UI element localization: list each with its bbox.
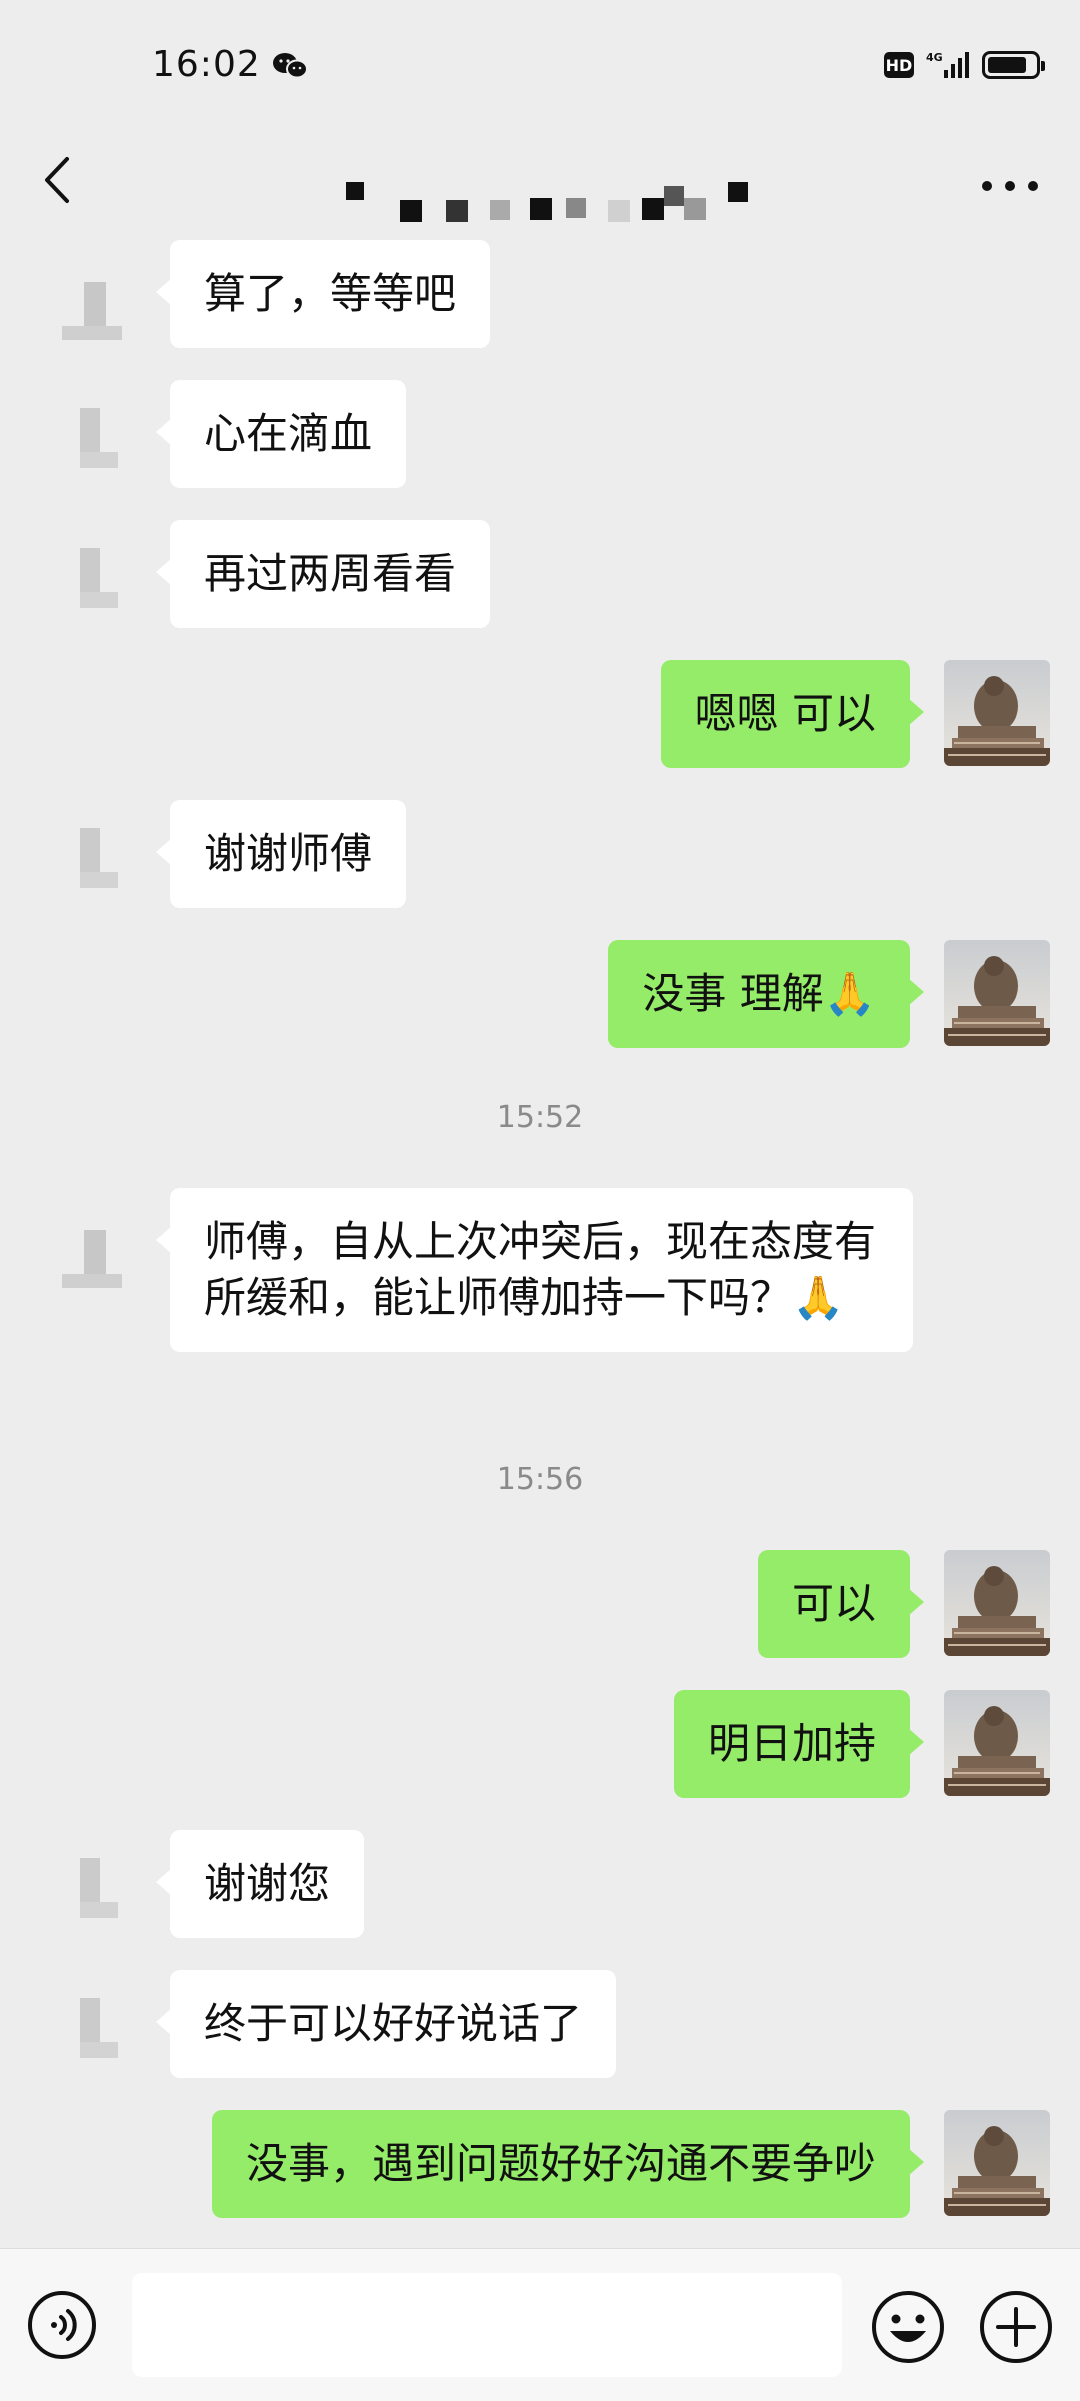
- self-avatar[interactable]: [944, 940, 1050, 1046]
- message-bubble-sent[interactable]: 没事，遇到问题好好沟通不要争吵: [211, 2110, 925, 2218]
- chat-title-obscured: [330, 156, 750, 222]
- message-bubble-received[interactable]: 再过两周看看: [155, 520, 491, 628]
- signal-icon: 4G: [926, 51, 969, 78]
- self-avatar[interactable]: [944, 660, 1050, 766]
- message-bubble-received[interactable]: 终于可以好好说话了: [155, 1970, 617, 2078]
- svg-text:4G: 4G: [926, 51, 943, 64]
- buddha-statue-avatar-icon: [944, 2110, 1050, 2216]
- message-timestamp: 15:52: [496, 1100, 584, 1135]
- contact-avatar[interactable]: [56, 276, 128, 348]
- contact-avatar[interactable]: [56, 404, 128, 476]
- status-icons: HD 4G: [884, 50, 1045, 80]
- contact-avatar[interactable]: [56, 1224, 128, 1296]
- message-bubble-received[interactable]: 算了，等等吧: [155, 240, 491, 348]
- message-bubble-received[interactable]: 谢谢师傅: [155, 800, 407, 908]
- voice-icon[interactable]: [26, 2289, 98, 2361]
- input-bar: [0, 2248, 1080, 2401]
- hd-badge: HD: [884, 52, 914, 78]
- buddha-statue-avatar-icon: [944, 660, 1050, 766]
- contact-avatar[interactable]: [56, 1994, 128, 2066]
- back-button[interactable]: [30, 150, 82, 210]
- contact-avatar[interactable]: [56, 1854, 128, 1926]
- message-bubble-received[interactable]: 师傅，自从上次冲突后，现在态度有所缓和，能让师傅加持一下吗？🙏: [156, 1188, 913, 1352]
- self-avatar[interactable]: [944, 1690, 1050, 1796]
- emoji-icon[interactable]: [870, 2289, 946, 2365]
- message-bubble-received[interactable]: 心在滴血: [155, 380, 407, 488]
- message-input[interactable]: [132, 2273, 842, 2377]
- self-avatar[interactable]: [944, 2110, 1050, 2216]
- message-timestamp: 15:56: [496, 1462, 584, 1497]
- self-avatar[interactable]: [944, 1550, 1050, 1656]
- battery-icon: [982, 51, 1045, 79]
- more-dots-icon: [982, 181, 992, 191]
- contact-avatar[interactable]: [56, 824, 128, 896]
- message-bubble-sent[interactable]: 嗯嗯 可以: [660, 660, 925, 768]
- buddha-statue-avatar-icon: [944, 1550, 1050, 1656]
- status-bar: 16:02 HD 4G: [0, 0, 1080, 136]
- buddha-statue-avatar-icon: [944, 940, 1050, 1046]
- message-bubble-sent[interactable]: 没事 理解🙏: [608, 940, 924, 1048]
- status-time: 16:02: [152, 44, 261, 85]
- chat-message-list[interactable]: 算了，等等吧 心在滴血 再过两周看看 嗯嗯 可以 谢谢师傅 没事 理解🙏 15:…: [0, 236, 1080, 2248]
- message-bubble-received[interactable]: 谢谢您: [155, 1830, 365, 1938]
- plus-icon[interactable]: [978, 2289, 1054, 2365]
- contact-avatar[interactable]: [56, 544, 128, 616]
- message-bubble-sent[interactable]: 明日加持: [673, 1690, 925, 1798]
- more-button[interactable]: [982, 166, 1038, 206]
- chat-header: [0, 136, 1080, 236]
- chevron-left-icon: [45, 157, 69, 203]
- wechat-icon: [273, 53, 308, 79]
- buddha-statue-avatar-icon: [944, 1690, 1050, 1796]
- message-bubble-sent[interactable]: 可以: [757, 1550, 925, 1658]
